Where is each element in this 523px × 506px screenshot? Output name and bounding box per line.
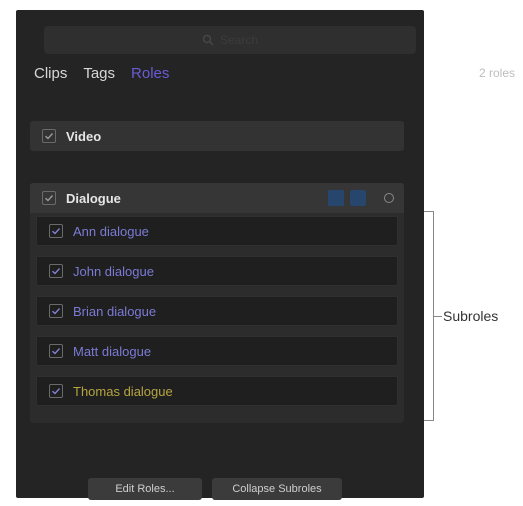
checkbox-icon[interactable] bbox=[49, 344, 63, 358]
role-tool-icon[interactable] bbox=[328, 190, 344, 206]
subrole-label: John dialogue bbox=[73, 263, 154, 279]
checkbox-icon[interactable] bbox=[49, 224, 63, 238]
role-tool-icon[interactable] bbox=[350, 190, 366, 206]
subrole-row[interactable]: Ann dialogue bbox=[36, 216, 398, 246]
search-placeholder: Search bbox=[219, 33, 259, 47]
role-label: Dialogue bbox=[66, 190, 121, 206]
checkbox-icon[interactable] bbox=[49, 384, 63, 398]
role-label: Video bbox=[66, 128, 102, 144]
checkbox-icon[interactable] bbox=[49, 264, 63, 278]
checkbox-icon[interactable] bbox=[42, 129, 56, 143]
subroles-annotation: Subroles bbox=[443, 308, 499, 324]
subrole-label: Matt dialogue bbox=[73, 343, 152, 359]
subrole-label: Ann dialogue bbox=[73, 223, 149, 239]
subroles-bracket-tick bbox=[434, 316, 442, 317]
edit-roles-button[interactable]: Edit Roles... bbox=[88, 478, 202, 500]
subroles-bracket bbox=[424, 211, 434, 421]
search-icon bbox=[202, 34, 214, 46]
collapse-subroles-button[interactable]: Collapse Subroles bbox=[212, 478, 342, 500]
checkbox-icon[interactable] bbox=[42, 191, 56, 205]
tab-roles[interactable]: Roles bbox=[131, 65, 169, 82]
subrole-row[interactable]: John dialogue bbox=[36, 256, 398, 286]
role-video-row[interactable]: Video bbox=[30, 121, 404, 151]
focus-dot-icon[interactable] bbox=[384, 193, 394, 203]
checkbox-icon[interactable] bbox=[49, 304, 63, 318]
tab-clips[interactable]: Clips bbox=[34, 65, 67, 82]
role-dialogue-row[interactable]: Dialogue bbox=[30, 183, 404, 213]
subrole-row[interactable]: Matt dialogue bbox=[36, 336, 398, 366]
subrole-row[interactable]: Brian dialogue bbox=[36, 296, 398, 326]
tab-tags[interactable]: Tags bbox=[83, 65, 115, 82]
subrole-label: Brian dialogue bbox=[73, 303, 157, 319]
search-field[interactable]: Search bbox=[44, 26, 416, 54]
subrole-row[interactable]: Thomas dialogue bbox=[36, 376, 398, 406]
tab-bar: Clips Tags Roles bbox=[34, 62, 513, 84]
role-tools bbox=[328, 190, 394, 206]
role-dialogue-group: Dialogue Ann dialogue John dialogue Bria… bbox=[30, 183, 404, 423]
subrole-label: Thomas dialogue bbox=[73, 383, 173, 399]
roles-count: 2 roles bbox=[478, 66, 515, 80]
